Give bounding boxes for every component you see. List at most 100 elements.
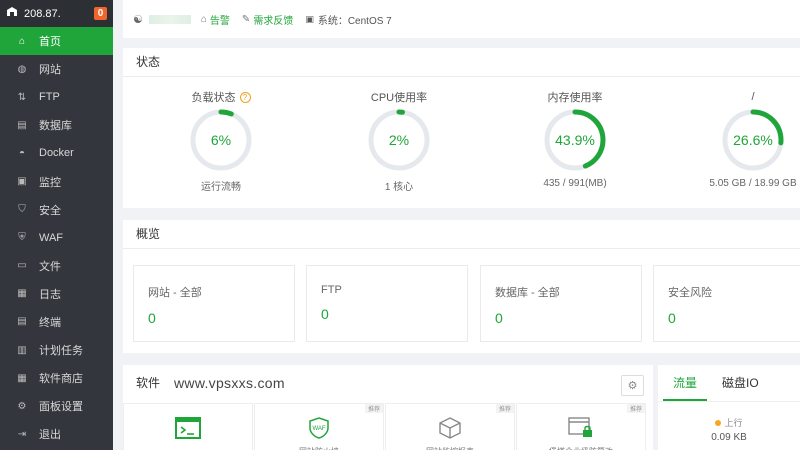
gauge-value: 26.6% <box>733 132 773 148</box>
overview-box-1[interactable]: FTP 0 <box>306 265 468 342</box>
gauge-title: 负载状态? <box>161 90 281 104</box>
watermark-text: www.vpsxxs.com <box>174 375 285 391</box>
schedule-icon: ▥ <box>17 344 27 356</box>
sidebar-item-label: 数据库 <box>39 120 72 133</box>
software-tile-3[interactable]: 推荐堡塔企业级防篡改 <box>516 403 646 450</box>
docker-icon: ◓ <box>18 147 26 159</box>
gauge-ring: 2% <box>368 109 430 171</box>
overview-label: 数据库 - 全部 <box>495 287 560 299</box>
software-settings-button[interactable]: ⚙ <box>621 375 644 396</box>
terminal-app-icon <box>175 417 201 442</box>
sidebar-item-label: 终端 <box>39 316 61 329</box>
user-icon: ☯ <box>133 13 143 26</box>
feedback-label: 需求反馈 <box>253 15 294 27</box>
box-app-icon <box>439 417 461 442</box>
overview-box-2[interactable]: 数据库 - 全部 0 <box>480 265 642 342</box>
software-tile-1[interactable]: 推荐 WAF 网站防火墙 <box>254 403 384 450</box>
gauge-0[interactable]: 负载状态? 6% 运行流畅 <box>161 90 281 193</box>
sidebar-item-2[interactable]: ⇅ FTP <box>0 83 113 111</box>
overview-label: 网站 - 全部 <box>148 287 202 299</box>
feedback-link[interactable]: ✎ 需求反馈 <box>242 12 293 27</box>
upload-label: 上行 <box>724 418 743 428</box>
tab-traffic[interactable]: 流量 <box>663 365 708 401</box>
notice-link[interactable]: ⌂ 告警 <box>201 12 230 27</box>
sidebar-item-12[interactable]: ▦ 软件商店 <box>0 364 113 392</box>
sidebar-item-label: 退出 <box>39 429 61 442</box>
overview-count[interactable]: 0 <box>148 310 280 326</box>
ftp-icon: ⇅ <box>17 91 27 103</box>
system-icon: ▣ <box>305 13 314 24</box>
upload-dot-icon <box>715 420 722 426</box>
overview-count[interactable]: 0 <box>495 310 627 326</box>
gauge-3[interactable]: / 26.6% 5.05 GB / 18.99 GB <box>693 90 800 189</box>
sidebar-item-label: 文件 <box>39 260 61 273</box>
overview-box-3[interactable]: 安全风险 0 <box>653 265 800 342</box>
gauge-value: 2% <box>389 132 409 148</box>
overview-count[interactable]: 0 <box>321 306 453 322</box>
sidebar-item-13[interactable]: ⚙ 面板设置 <box>0 392 113 420</box>
gauge-1[interactable]: CPU使用率 2% 1 核心 <box>339 90 459 193</box>
sidebar-item-label: 面板设置 <box>39 401 83 414</box>
gauge-value: 6% <box>211 132 231 148</box>
sidebar-item-8[interactable]: ▭ 文件 <box>0 252 113 280</box>
overview-card: 概览 网站 - 全部 0 FTP 0 数据库 - 全部 0 安全风险 0 <box>123 220 800 353</box>
sidebar-item-label: 网站 <box>39 64 61 77</box>
sidebar-item-label: Docker <box>39 147 74 160</box>
software-header: 软件 www.vpsxxs.com <box>123 365 653 402</box>
overview-title: 概览 <box>123 220 800 249</box>
notice-label: 告警 <box>209 15 230 27</box>
overview-box-0[interactable]: 网站 - 全部 0 <box>133 265 295 342</box>
gauge-subtitle: 1 核心 <box>384 182 414 193</box>
sidebar-item-10[interactable]: ▤ 终端 <box>0 308 113 336</box>
globe-icon: ◍ <box>17 63 27 75</box>
help-icon[interactable]: ? <box>239 91 251 103</box>
sidebar-item-9[interactable]: ▦ 日志 <box>0 280 113 308</box>
software-name: 网站防火墙 <box>255 446 383 450</box>
sidebar-item-0[interactable]: ⌂ 首页 <box>0 27 113 56</box>
main-content: ☯ ⌂ 告警 ✎ 需求反馈 ▣ 系统：CentOS 7 状态 负载状态? 6% 运行… <box>113 0 800 450</box>
svg-text:WAF: WAF <box>312 426 325 432</box>
edit-icon: ✎ <box>241 13 251 25</box>
sidebar-item-1[interactable]: ◍ 网站 <box>0 55 113 83</box>
home-icon: ⌂ <box>18 35 26 47</box>
waf-app-icon: WAF <box>309 417 329 442</box>
shield-icon: ⛉ <box>18 204 26 216</box>
monitor-icon: ▣ <box>17 176 27 188</box>
gauge-2[interactable]: 内存使用率 43.9% 435 / 991(MB) <box>515 90 635 189</box>
software-tile-0[interactable] <box>123 403 253 450</box>
sidebar-item-label: WAF <box>39 231 64 244</box>
log-icon: ▦ <box>17 288 27 300</box>
tab-disk-io[interactable]: 磁盘IO <box>712 365 769 401</box>
server-logo-icon <box>6 6 18 21</box>
gauge-ring: 6% <box>190 109 252 171</box>
server-header: 208.87. 0 <box>0 0 113 27</box>
sidebar-item-label: 日志 <box>39 288 61 301</box>
sidebar-item-11[interactable]: ▥ 计划任务 <box>0 336 113 364</box>
sidebar-item-3[interactable]: ▤ 数据库 <box>0 111 113 139</box>
upload-value: 0.09 KB <box>711 432 747 443</box>
gauge-title-text: 内存使用率 <box>547 92 603 104</box>
software-name: 网站监控报表 <box>386 446 514 450</box>
sidebar-item-4[interactable]: ◓ Docker <box>0 139 113 167</box>
sidebar-item-label: FTP <box>39 91 60 104</box>
sidebar-item-6[interactable]: ⛉ 安全 <box>0 196 113 224</box>
sidebar: 208.87. 0 ⌂ 首页 ◍ 网站 ⇅ FTP ▤ 数据库 ◓ Docker ▣ 监控 ⛉ 安全 ⛨ WA… <box>0 0 113 450</box>
lock-app-icon <box>568 417 594 442</box>
software-title: 软件 <box>136 376 161 390</box>
gauge-subtitle: 运行流畅 <box>201 182 241 193</box>
sidebar-item-7[interactable]: ⛨ WAF <box>0 224 113 252</box>
gauge-title-text: CPU使用率 <box>370 92 428 104</box>
sidebar-item-14[interactable]: ⇥ 退出 <box>0 420 113 448</box>
store-icon: ▦ <box>17 372 27 384</box>
system-label: 系统：CentOS 7 <box>317 15 392 27</box>
gauge-ring: 43.9% <box>544 109 606 171</box>
gauge-title: CPU使用率 <box>339 90 459 104</box>
sidebar-item-5[interactable]: ▣ 监控 <box>0 167 113 195</box>
logout-icon: ⇥ <box>17 428 27 440</box>
top-bar: ☯ ⌂ 告警 ✎ 需求反馈 ▣ 系统：CentOS 7 <box>123 0 800 38</box>
gauge-title: / <box>693 90 800 104</box>
sidebar-item-label: 计划任务 <box>39 345 83 358</box>
notification-badge[interactable]: 0 <box>94 7 107 20</box>
software-tile-2[interactable]: 推荐网站监控报表 <box>385 403 515 450</box>
overview-count[interactable]: 0 <box>668 310 800 326</box>
